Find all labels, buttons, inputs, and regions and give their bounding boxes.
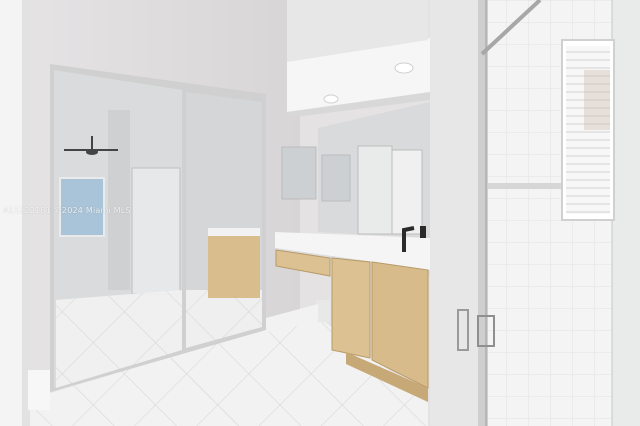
recessed-light	[394, 62, 414, 74]
bathroom-scene: A11222181 ©2024 Miami MLS	[0, 0, 640, 426]
reflected-shower	[131, 167, 181, 295]
medicine-cabinet	[281, 146, 317, 200]
window-blinds	[566, 46, 610, 214]
reflected-vanity	[208, 232, 260, 298]
vanity-cabinet-left	[331, 257, 371, 359]
mls-watermark: A11222181 ©2024 Miami MLS	[3, 206, 131, 215]
recessed-light	[323, 94, 339, 104]
medicine-cabinet	[321, 154, 351, 202]
